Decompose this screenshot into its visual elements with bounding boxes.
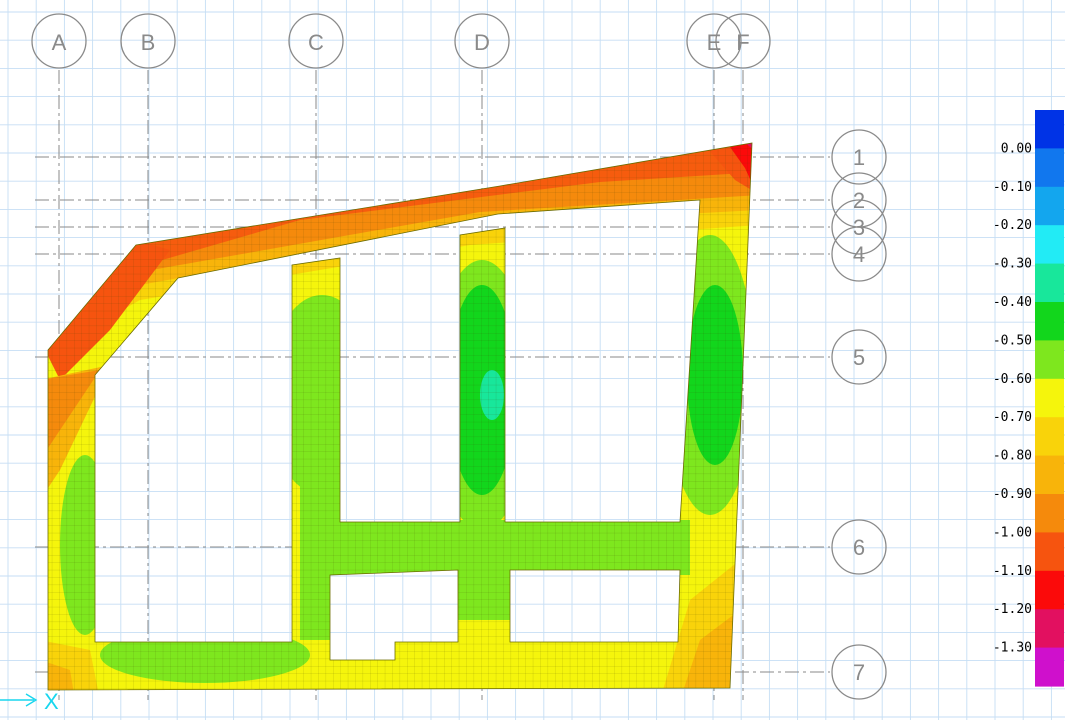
legend-swatch xyxy=(1035,302,1064,341)
grid-bubble-b: B xyxy=(120,13,176,69)
legend-label: -0.90 xyxy=(993,487,1032,502)
grid-bubble-c: C xyxy=(288,13,344,69)
grid-bubble-f: F xyxy=(715,13,771,69)
contour-legend: 0.00 -0.10 -0.20 -0.30 -0.40 -0.50 -0.60 -0.70 -… xyxy=(993,110,1064,687)
legend-swatch xyxy=(1035,186,1064,226)
legend-swatch xyxy=(1035,417,1064,457)
legend-label: 0.00 xyxy=(1001,141,1032,156)
grid-label-f: F xyxy=(736,30,749,55)
legend-swatch xyxy=(1035,148,1064,188)
legend-label: -1.30 xyxy=(993,641,1032,656)
grid-bubble-d: D xyxy=(454,13,510,69)
legend-swatch xyxy=(1035,225,1064,265)
grid-label-7: 7 xyxy=(853,660,865,685)
legend-swatch xyxy=(1035,532,1064,572)
legend-label: -0.20 xyxy=(993,218,1032,233)
legend-swatch xyxy=(1035,378,1064,418)
contour-diagram: A B C D E F 1 2 3 4 5 6 7 0.00-0.10-0.20… xyxy=(0,0,1065,720)
grid-label-e: E xyxy=(707,30,722,55)
grid-label-b: B xyxy=(141,30,156,55)
global-axis-indicator: X xyxy=(0,689,59,714)
legend-swatch xyxy=(1035,570,1064,610)
grid-bubble-e: E xyxy=(686,13,742,69)
grid-label-5: 5 xyxy=(853,345,865,370)
legend-label: -0.50 xyxy=(993,333,1032,348)
grid-bubble-7: 7 xyxy=(831,644,887,700)
grid-label-1: 1 xyxy=(853,145,865,170)
legend-label: -0.70 xyxy=(993,410,1032,425)
legend-label: -0.30 xyxy=(993,257,1032,272)
grid-bubble-6: 6 xyxy=(831,519,887,575)
legend-swatch xyxy=(1035,609,1064,649)
legend-label: -0.60 xyxy=(993,372,1032,387)
legend-swatch xyxy=(1035,340,1064,380)
legend-label: -1.20 xyxy=(993,602,1032,617)
legend-label: -1.00 xyxy=(993,525,1032,540)
legend-label: -0.10 xyxy=(993,180,1032,195)
grid-bubble-5: 5 xyxy=(831,329,887,385)
legend-label: -0.40 xyxy=(993,295,1032,310)
grid-label-a: A xyxy=(52,30,67,55)
legend-swatch xyxy=(1035,110,1064,149)
legend-label: -1.10 xyxy=(993,564,1032,579)
background-grid xyxy=(0,0,1065,720)
legend-swatch xyxy=(1035,263,1064,303)
grid-bubble-a: A xyxy=(31,13,87,69)
grid-label-6: 6 xyxy=(853,535,865,560)
grid-bubble-1: 1 xyxy=(831,129,887,185)
grid-label-c: C xyxy=(308,30,324,55)
x-axis-label: X xyxy=(44,689,59,714)
grid-label-d: D xyxy=(474,30,490,55)
grid-label-4: 4 xyxy=(853,242,865,267)
slab-contour-fill xyxy=(48,143,752,690)
legend-swatch xyxy=(1035,494,1064,533)
legend-swatch xyxy=(1035,647,1064,687)
legend-swatch xyxy=(1035,455,1064,495)
legend-label: -0.80 xyxy=(993,449,1032,464)
